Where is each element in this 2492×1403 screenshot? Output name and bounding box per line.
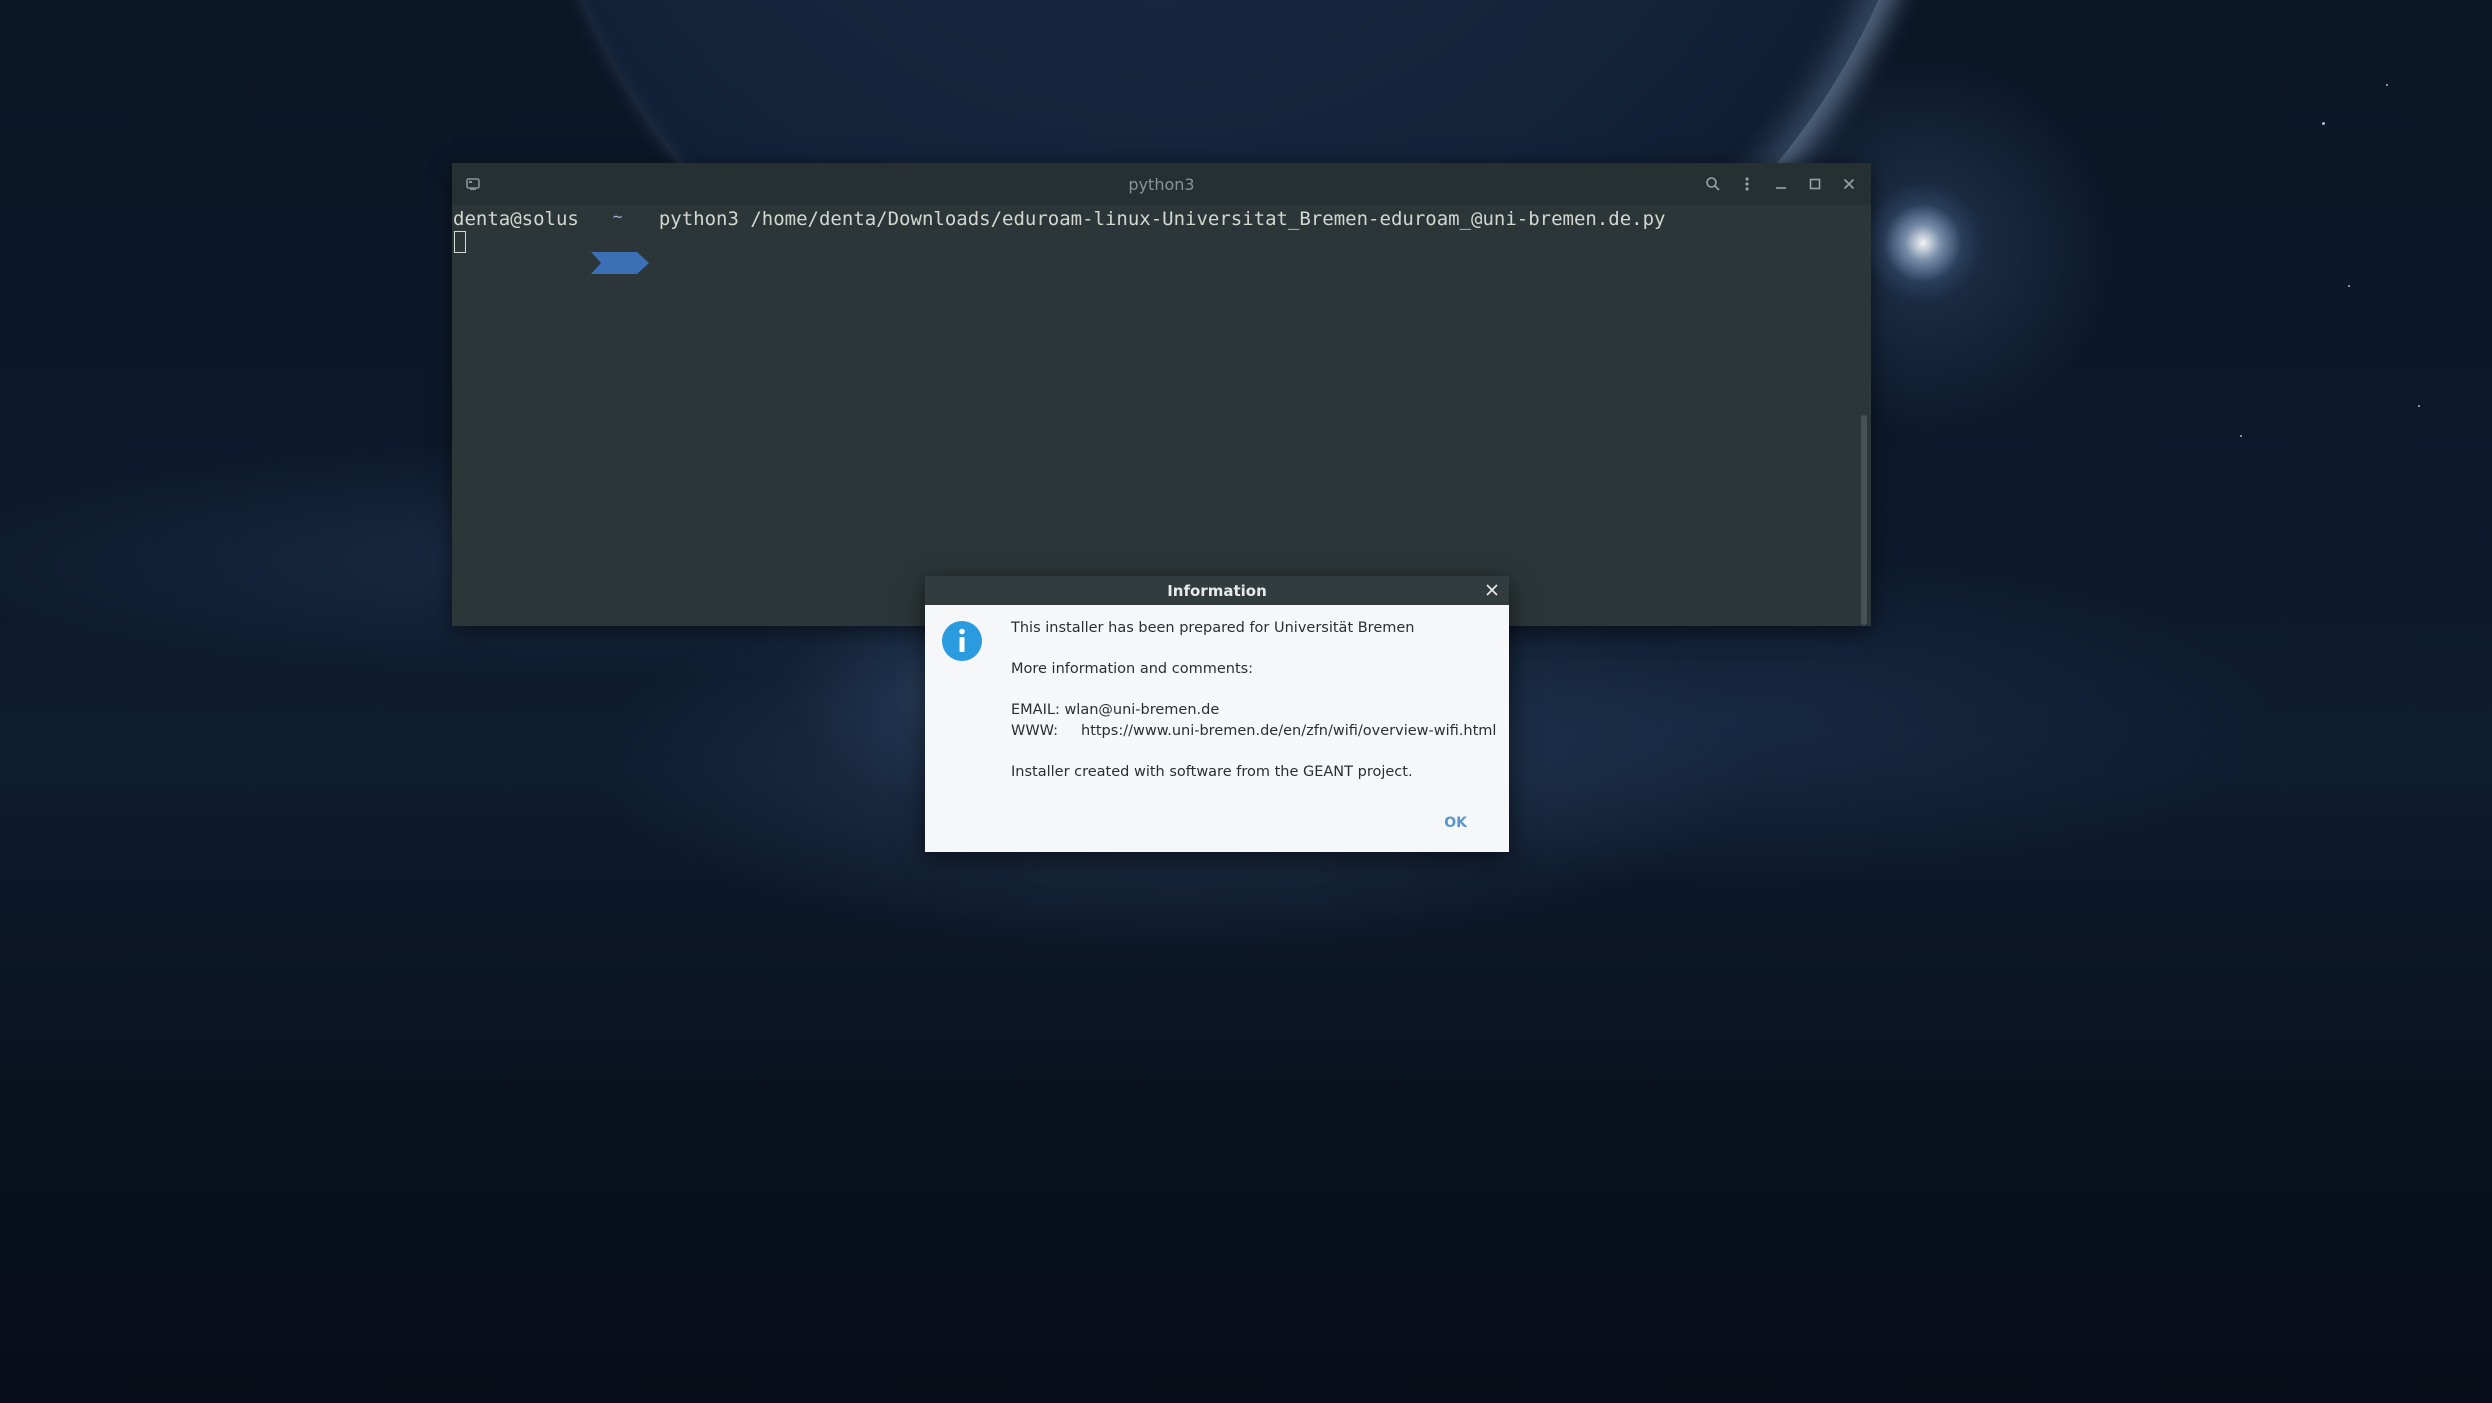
minimize-button[interactable] [1767, 169, 1795, 199]
terminal-output[interactable]: denta@solus ~ python3 /home/denta/Downlo… [452, 205, 1871, 626]
terminal-title: python3 [1128, 174, 1195, 194]
wallpaper-star [2240, 435, 2242, 437]
maximize-icon [1809, 178, 1821, 190]
terminal-cursor [454, 231, 466, 253]
close-icon [1843, 178, 1855, 190]
maximize-button[interactable] [1801, 169, 1829, 199]
prompt-arrow-icon [590, 252, 649, 274]
terminal-window-icon [464, 175, 482, 193]
dialog-title: Information [1167, 581, 1267, 600]
terminal-command: python3 /home/denta/Downloads/eduroam-li… [658, 208, 1666, 230]
dialog-body: This installer has been prepared for Uni… [925, 605, 1509, 852]
dialog-intro-text: This installer has been prepared for Uni… [1011, 620, 1415, 636]
wallpaper-star [2348, 285, 2350, 287]
kebab-menu-icon [1745, 177, 1749, 191]
info-icon [941, 620, 983, 662]
close-icon [1486, 584, 1498, 596]
prompt-user: denta@solus [453, 208, 579, 230]
dialog-more-info-text: More information and comments: [1011, 661, 1254, 677]
ok-button[interactable]: OK [1438, 813, 1473, 833]
search-icon [1706, 177, 1720, 191]
information-dialog[interactable]: Information This installer has been prep… [925, 576, 1509, 852]
menu-button[interactable] [1733, 169, 1761, 199]
dialog-close-button[interactable] [1481, 579, 1503, 601]
dialog-footer-text: Installer created with software from the… [1011, 764, 1413, 780]
terminal-scrollbar[interactable] [1861, 415, 1867, 625]
prompt-directory: ~ [612, 207, 623, 226]
dialog-email: EMAIL: wlan@uni-bremen.de [1011, 702, 1220, 718]
prompt-line: denta@solus ~ python3 /home/denta/Downlo… [453, 203, 1666, 274]
terminal-window[interactable]: python3 denta@solus ~ python3 /home/dent… [452, 163, 1871, 626]
wallpaper-star [2418, 405, 2420, 407]
close-button[interactable] [1835, 169, 1863, 199]
dialog-www-url[interactable]: https://www.uni-bremen.de/en/zfn/wifi/ov… [1081, 723, 1496, 739]
dialog-www-label: WWW: [1011, 723, 1059, 739]
wallpaper-star [2386, 84, 2388, 86]
prompt-directory-segment: ~ [590, 207, 649, 274]
dialog-titlebar[interactable]: Information [925, 576, 1509, 605]
terminal-titlebar[interactable]: python3 [452, 163, 1871, 205]
wallpaper-star [2322, 122, 2325, 125]
search-button[interactable] [1699, 169, 1727, 199]
minimize-icon [1776, 187, 1786, 189]
